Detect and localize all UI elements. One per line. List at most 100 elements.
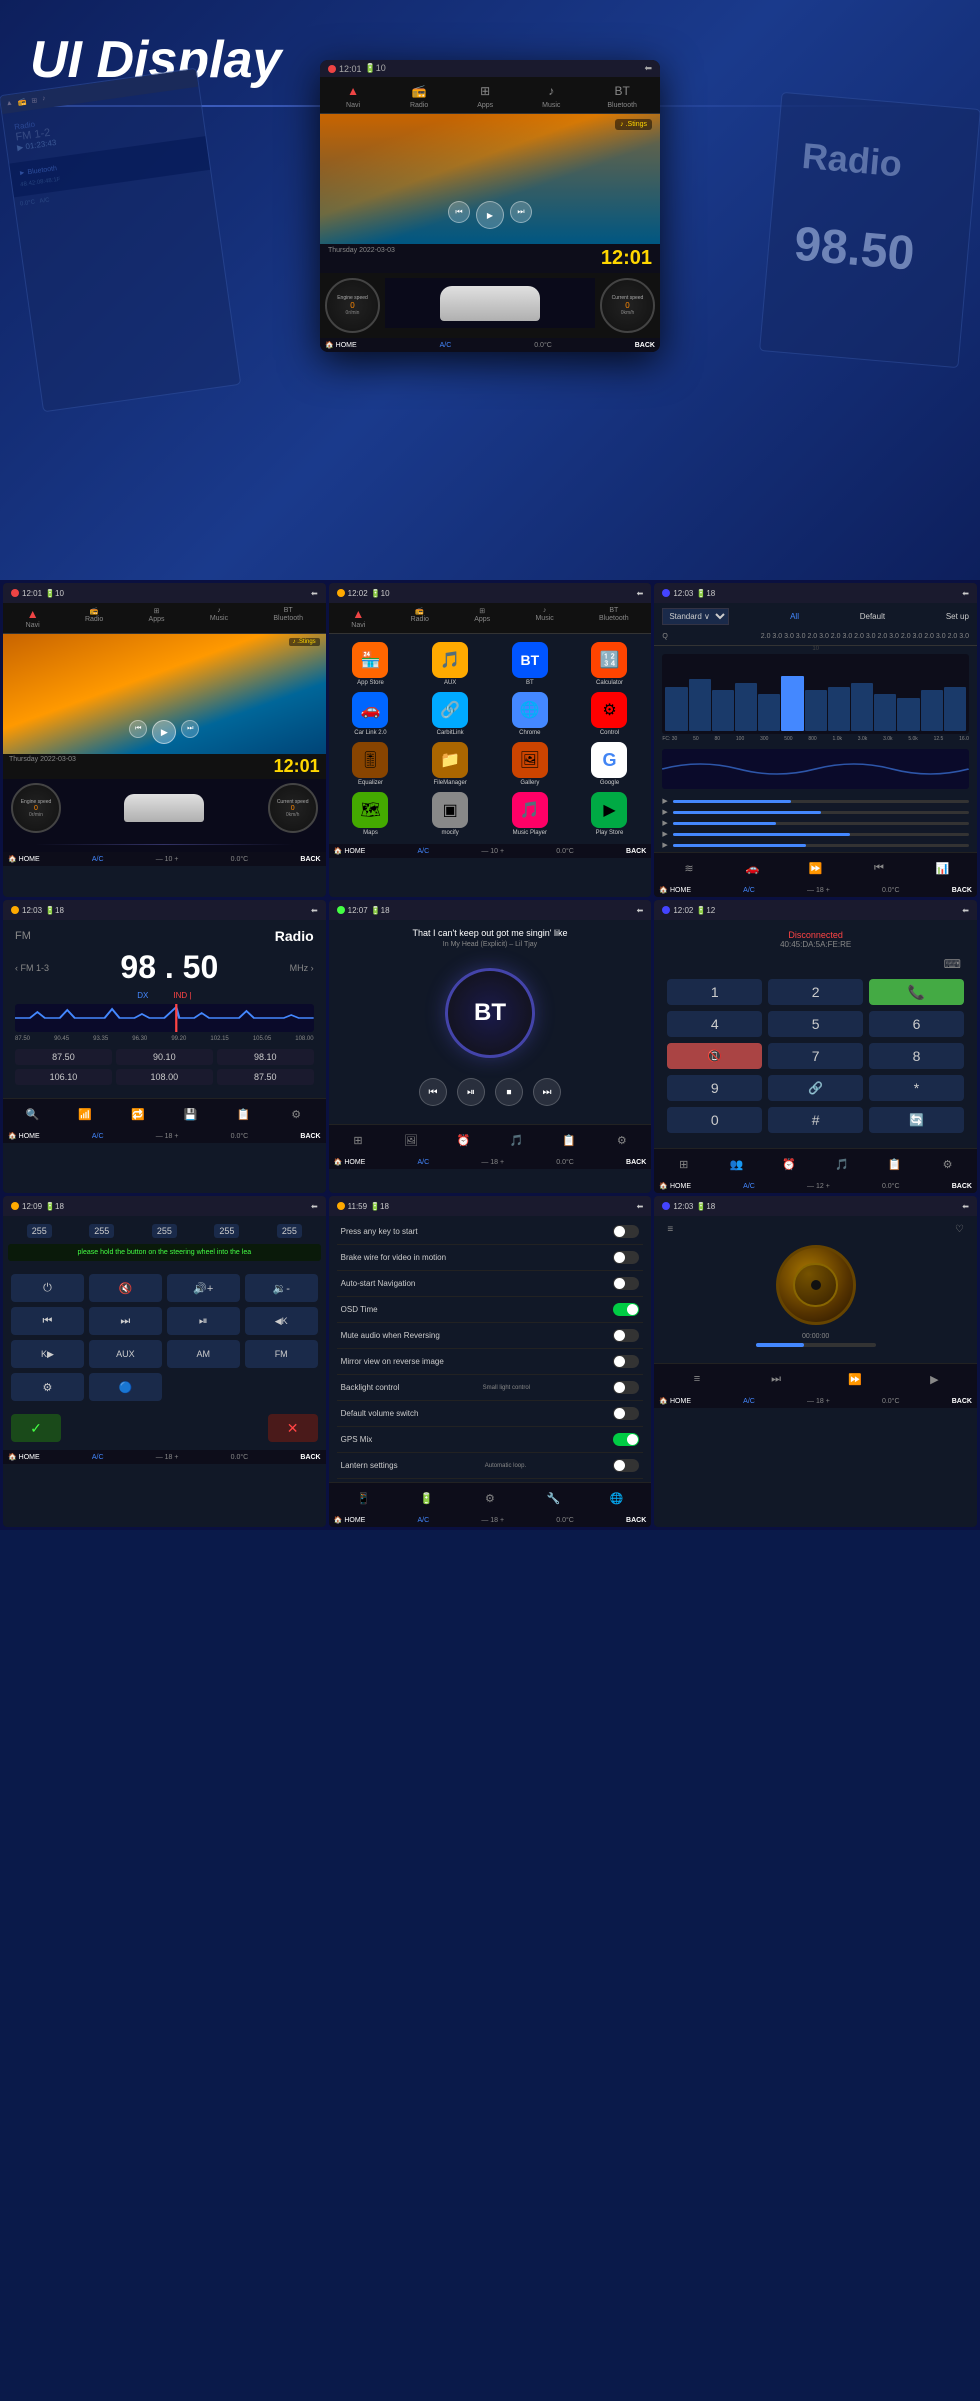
toggle-presskey[interactable] [613, 1225, 639, 1238]
radio-search-icon[interactable]: 🔍 [22, 1104, 42, 1124]
freq-1[interactable]: 87.50 [15, 1049, 112, 1065]
toggle-autonav[interactable] [613, 1277, 639, 1290]
sw-btn-settings[interactable]: ⚙ [11, 1373, 84, 1401]
key-5[interactable]: 5 [768, 1011, 863, 1037]
key-9[interactable]: 9 [667, 1075, 762, 1101]
radio-signal-icon[interactable]: 📶 [75, 1104, 95, 1124]
home-prev-btn[interactable]: ⏮ [129, 720, 147, 738]
home-back-btn[interactable]: BACK [300, 856, 320, 863]
toggle-volume[interactable] [613, 1407, 639, 1420]
apps-nav-apps[interactable]: ⊞Apps [474, 607, 490, 629]
bt-settings-icon[interactable]: ⚙ [612, 1130, 632, 1150]
home-nav-music[interactable]: ♪Music [210, 607, 228, 629]
app-mocify[interactable]: ▣ mocify [413, 792, 487, 836]
settings-func-4[interactable]: 🔧 [543, 1488, 563, 1508]
nav-item-radio[interactable]: 📻 Radio [409, 81, 429, 109]
radio-save-icon[interactable]: 💾 [181, 1104, 201, 1124]
toggle-brake[interactable] [613, 1251, 639, 1264]
play-btn[interactable]: ▶ [476, 201, 504, 229]
music-home-btn[interactable]: 🏠 HOME [659, 1397, 691, 1405]
freq-2[interactable]: 90.10 [116, 1049, 213, 1065]
sw-ok-btn[interactable]: ✓ [11, 1414, 61, 1442]
nav-item-music[interactable]: ♪ Music [541, 81, 561, 109]
apps-back-btn[interactable]: BACK [626, 848, 646, 855]
bt-list-icon[interactable]: 📋 [559, 1130, 579, 1150]
toggle-gps[interactable] [613, 1433, 639, 1446]
key-star[interactable]: * [869, 1075, 964, 1101]
app-equalizer[interactable]: 🎚 Equalizer [334, 742, 408, 786]
key-2[interactable]: 2 [768, 979, 863, 1005]
apps-home-btn[interactable]: 🏠 HOME [334, 847, 366, 855]
eq-func-2[interactable]: 🚗 [742, 858, 762, 878]
toggle-mute[interactable] [613, 1329, 639, 1342]
prev-btn[interactable]: ⏮ [448, 201, 470, 223]
music-progress-bar[interactable] [756, 1343, 876, 1347]
bt-play-btn[interactable]: ⏯ [457, 1078, 485, 1106]
home-next-btn[interactable]: ⏭ [181, 720, 199, 738]
bt-stop-btn[interactable]: ⏹ [495, 1078, 523, 1106]
app-control[interactable]: ⚙ Control [573, 692, 647, 736]
phone-list-icon[interactable]: 📋 [885, 1154, 905, 1174]
music-func-1[interactable]: ≡ [687, 1369, 707, 1389]
music-func-2[interactable]: ⏭ [766, 1369, 786, 1389]
bt-grid-icon[interactable]: ⊞ [348, 1130, 368, 1150]
nav-item-bluetooth[interactable]: BT Bluetooth [607, 81, 637, 109]
apps-nav-music[interactable]: ♪Music [535, 607, 553, 629]
next-btn[interactable]: ⏭ [510, 201, 532, 223]
sw-btn-aux[interactable]: AUX [89, 1340, 162, 1368]
app-aux[interactable]: 🎵 AUX [413, 642, 487, 686]
phone-home-btn[interactable]: 🏠 HOME [659, 1182, 691, 1190]
app-filemanager[interactable]: 📁 FileManager [413, 742, 487, 786]
sw-btn-am[interactable]: AM [167, 1340, 240, 1368]
eq-preset-select[interactable]: Standard ∨ [662, 608, 729, 625]
toggle-osd[interactable] [613, 1303, 639, 1316]
sw-btn-prev[interactable]: ⏮ [11, 1307, 84, 1335]
radio-home-btn[interactable]: 🏠 HOME [8, 1132, 40, 1140]
sw-btn-k2[interactable]: K▶ [11, 1340, 84, 1368]
sw-btn-mute[interactable]: 🔇 [89, 1274, 162, 1302]
sw-cancel-btn[interactable]: ✕ [268, 1414, 318, 1442]
bt-back-btn[interactable]: BACK [626, 1159, 646, 1166]
phone-music-icon[interactable]: 🎵 [832, 1154, 852, 1174]
settings-func-5[interactable]: 🌐 [607, 1488, 627, 1508]
bt-prev-btn[interactable]: ⏮ [419, 1078, 447, 1106]
app-musicplayer[interactable]: 🎵 Music Player [493, 792, 567, 836]
sw-btn-power[interactable]: ⏻ [11, 1274, 84, 1302]
music-func-4[interactable]: ▶ [924, 1369, 944, 1389]
freq-5[interactable]: 108.00 [116, 1069, 213, 1085]
toggle-mirror[interactable] [613, 1355, 639, 1368]
key-7[interactable]: 7 [768, 1043, 863, 1069]
home-home-btn[interactable]: 🏠 HOME [8, 855, 40, 863]
key-endcall[interactable]: 📵 [667, 1043, 762, 1069]
freq-3[interactable]: 98.10 [217, 1049, 314, 1065]
sw-btn-fm[interactable]: FM [245, 1340, 318, 1368]
phone-settings-icon[interactable]: ⚙ [938, 1154, 958, 1174]
settings-func-3[interactable]: ⚙ [480, 1488, 500, 1508]
key-0[interactable]: 0 [667, 1107, 762, 1133]
phone-clock-icon[interactable]: ⏰ [779, 1154, 799, 1174]
radio-list-icon[interactable]: 📋 [233, 1104, 253, 1124]
settings-func-1[interactable]: 📱 [353, 1488, 373, 1508]
phone-grid-icon[interactable]: ⊞ [674, 1154, 694, 1174]
app-carlink[interactable]: 🚗 Car Link 2.0 [334, 692, 408, 736]
home-nav-bt[interactable]: BTBluetooth [273, 607, 303, 629]
eq-func-3[interactable]: ⏩ [806, 858, 826, 878]
app-gallery[interactable]: 🖼 Gallery [493, 742, 567, 786]
home-nav-apps[interactable]: ⊞Apps [149, 607, 165, 629]
toggle-backlight[interactable] [613, 1381, 639, 1394]
app-maps[interactable]: 🗺 Maps [334, 792, 408, 836]
phone-contacts-icon[interactable]: 👥 [726, 1154, 746, 1174]
app-carbitlink[interactable]: 🔗 CarbitLink [413, 692, 487, 736]
key-refresh[interactable]: 🔄 [869, 1107, 964, 1133]
apps-nav-radio[interactable]: 📻Radio [411, 607, 429, 629]
music-func-3[interactable]: ⏩ [845, 1369, 865, 1389]
settings-back-btn[interactable]: BACK [626, 1517, 646, 1524]
phone-back-btn[interactable]: BACK [952, 1183, 972, 1190]
sw-btn-vol-up[interactable]: 🔊+ [167, 1274, 240, 1302]
bt-music-icon[interactable]: 🎵 [506, 1130, 526, 1150]
bt-image-icon[interactable]: 🖼 [401, 1130, 421, 1150]
app-calculator[interactable]: 🔢 Calculator [573, 642, 647, 686]
toggle-lantern[interactable] [613, 1459, 639, 1472]
app-bt[interactable]: BT BT [493, 642, 567, 686]
sw-btn-vol-down[interactable]: 🔉- [245, 1274, 318, 1302]
